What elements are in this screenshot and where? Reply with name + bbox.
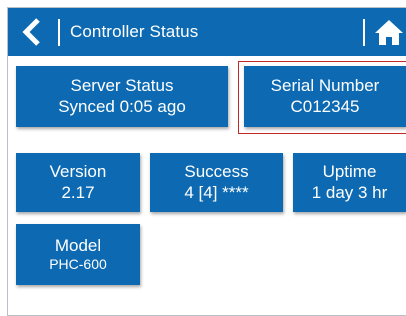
serial-number-tile[interactable]: Serial Number C012345 — [244, 66, 406, 127]
model-tile[interactable]: Model PHC-600 — [16, 224, 140, 285]
title-separator-right — [363, 19, 365, 46]
uptime-value: 1 day 3 hr — [311, 182, 388, 202]
title-separator-left — [58, 19, 60, 46]
version-tile[interactable]: Version 2.17 — [16, 153, 140, 212]
serial-number-value: C012345 — [290, 96, 360, 116]
version-label: Version — [49, 161, 107, 181]
uptime-label: Uptime — [322, 161, 377, 181]
chevron-left-icon — [22, 18, 40, 46]
title-bar: Controller Status — [8, 8, 406, 56]
uptime-tile[interactable]: Uptime 1 day 3 hr — [293, 153, 406, 212]
home-icon — [375, 20, 403, 45]
success-value: 4 [4] **** — [184, 182, 249, 202]
success-label: Success — [184, 161, 249, 181]
server-status-label: Server Status — [70, 75, 174, 95]
server-status-value: Synced 0:05 ago — [58, 96, 186, 116]
model-value: PHC-600 — [49, 256, 107, 273]
success-tile[interactable]: Success 4 [4] **** — [150, 153, 283, 212]
server-status-tile[interactable]: Server Status Synced 0:05 ago — [16, 66, 228, 127]
serial-number-label: Serial Number — [270, 75, 380, 95]
model-label: Model — [54, 235, 102, 255]
back-button[interactable] — [8, 8, 56, 56]
page-title: Controller Status — [70, 22, 199, 41]
version-value: 2.17 — [61, 182, 95, 202]
home-button[interactable] — [374, 8, 406, 56]
